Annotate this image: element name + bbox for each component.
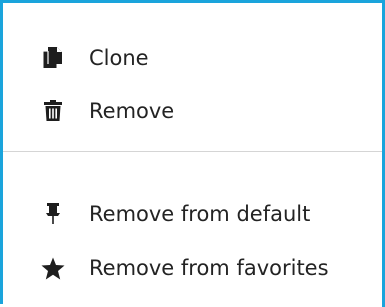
- context-menu: Clone Remove Remove from default Remove …: [0, 0, 385, 307]
- remove-label: Remove: [89, 99, 175, 123]
- remove-from-favorites-label: Remove from favorites: [89, 256, 329, 280]
- clone-label: Clone: [89, 46, 149, 70]
- star-icon: [41, 256, 65, 280]
- copy-icon: [41, 46, 65, 70]
- remove-from-default-label: Remove from default: [89, 202, 311, 226]
- remove-from-favorites-menu-item[interactable]: Remove from favorites: [3, 246, 378, 290]
- remove-from-default-menu-item[interactable]: Remove from default: [3, 192, 378, 236]
- trash-icon: [41, 99, 65, 123]
- menu-divider: [3, 151, 385, 152]
- pin-icon: [41, 202, 65, 226]
- clone-menu-item[interactable]: Clone: [3, 36, 378, 80]
- remove-menu-item[interactable]: Remove: [3, 89, 378, 133]
